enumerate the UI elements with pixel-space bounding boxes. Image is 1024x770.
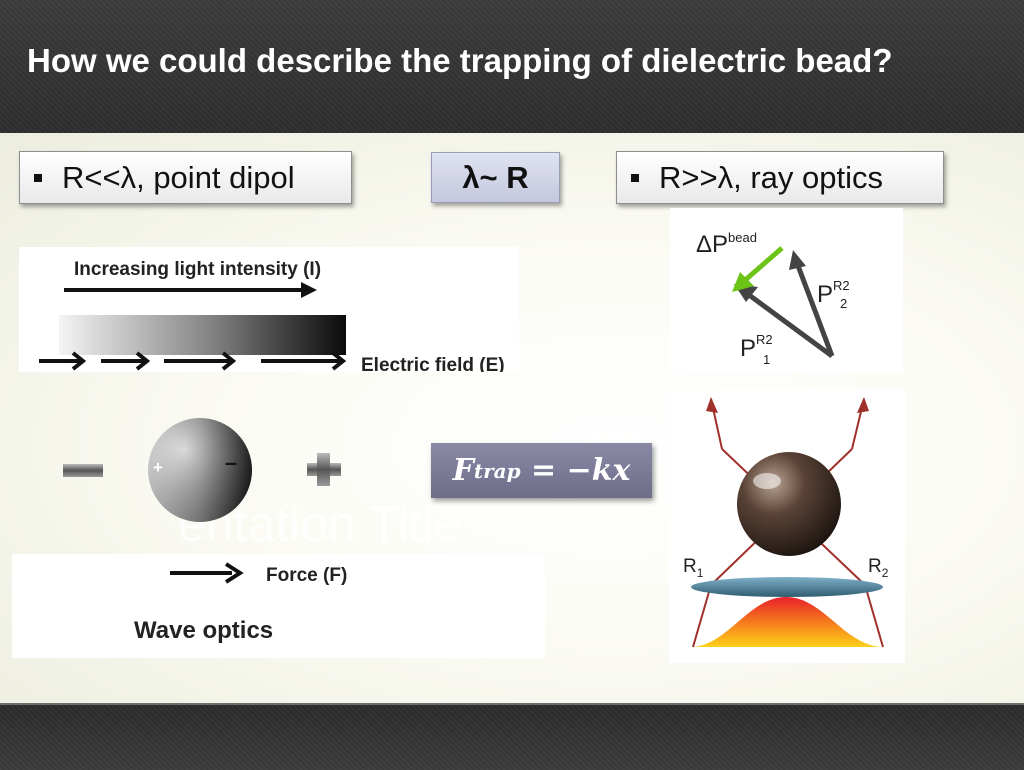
wave-optics-caption-panel: Force (F) Wave optics xyxy=(12,554,545,658)
ray-arrowhead-right-icon xyxy=(857,397,869,413)
wavelength-equals-radius-box: λ~ R xyxy=(431,152,560,203)
bead-plus-label: + xyxy=(153,458,163,477)
force-arrow-icon xyxy=(170,562,244,584)
momentum-vector-diagram: ΔPbead PR2 2 PR2 1 xyxy=(696,230,850,367)
field-arrows-icon xyxy=(39,351,347,371)
wavelength-equals-radius-label: λ~ R xyxy=(462,159,529,195)
slide-footer xyxy=(0,703,1024,770)
wave-optics-caption: Wave optics xyxy=(134,617,273,644)
negative-sign-icon xyxy=(63,464,103,477)
intensity-label: Increasing light intensity (I) xyxy=(74,259,321,280)
intensity-field-diagram: Increasing light intensity (I) Electric … xyxy=(39,259,505,376)
gaussian-beam-profile xyxy=(693,597,881,647)
p1-subscript: 1 xyxy=(763,352,770,367)
bullet-icon xyxy=(34,173,42,182)
r2-label: R2 xyxy=(868,556,889,580)
positive-sign-icon xyxy=(307,453,341,486)
point-dipole-label: R<<λ, point dipol xyxy=(62,159,295,195)
trap-force-formula: Ftrap = −kx xyxy=(431,443,652,498)
momentum-vector-panel: ΔPbead PR2 2 PR2 1 xyxy=(670,208,903,373)
force-label: Force (F) xyxy=(266,565,347,586)
dipole-bead-diagram: + – xyxy=(63,418,341,522)
focusing-lens xyxy=(691,577,883,597)
ray-optics-label: R>>λ, ray optics xyxy=(659,159,883,195)
trapped-bead xyxy=(737,452,841,556)
bead-momentum-arrow-icon xyxy=(732,246,784,292)
bead-minus-label: – xyxy=(225,450,237,475)
ray-optics-trap-diagram: R1 R2 xyxy=(683,397,889,648)
formula-rest: = −kx xyxy=(520,453,631,488)
ray-optics-trap-panel: R1 R2 xyxy=(669,389,905,663)
electric-field-label: Electric field (E) xyxy=(361,355,505,372)
formula-force-symbol: F xyxy=(452,453,474,488)
title-bar: How we could describe the trapping of di… xyxy=(0,0,1024,133)
force-arrow-diagram: Force (F) Wave optics xyxy=(134,562,347,644)
delta-p-label: ΔPbead xyxy=(696,230,757,258)
slide-title: How we could describe the trapping of di… xyxy=(27,42,893,79)
bullet-icon xyxy=(631,173,639,182)
r1-label: R1 xyxy=(683,556,704,580)
ray-arrowhead-left-icon xyxy=(706,397,718,413)
intensity-arrow-icon xyxy=(64,282,317,298)
formula-subscript: trap xyxy=(473,458,521,483)
intensity-gradient-bar xyxy=(59,315,346,355)
point-dipole-box: R<<λ, point dipol xyxy=(19,151,352,204)
intensity-field-panel: Increasing light intensity (I) Electric … xyxy=(19,247,519,376)
ray-optics-box: R>>λ, ray optics xyxy=(616,151,944,204)
p2-subscript: 2 xyxy=(840,296,847,311)
